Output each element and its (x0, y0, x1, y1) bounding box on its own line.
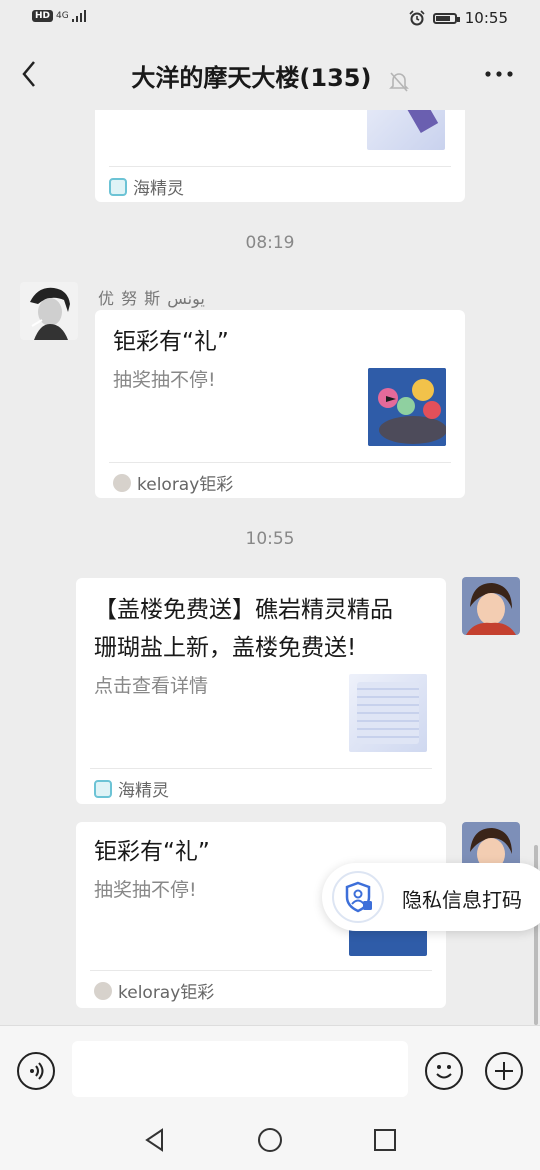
hd-badge: HD (32, 10, 54, 22)
timestamp: 08:19 (245, 233, 295, 253)
emoji-icon[interactable] (425, 1052, 463, 1090)
card-source: 海精灵 (109, 174, 184, 199)
haijingling-logo-icon (94, 779, 112, 798)
battery-icon (432, 12, 460, 24)
keloray-logo-icon (113, 473, 131, 492)
more-horizontal-icon[interactable] (484, 56, 514, 92)
recents-square-icon[interactable] (372, 1127, 398, 1153)
card-thumbnail (367, 110, 445, 150)
sender-name: 优 努 斯 يونس (98, 289, 205, 308)
card-description: 抽奖抽不停! (113, 369, 216, 391)
card-title: 钜彩有“礼” (113, 329, 229, 355)
timestamp: 10:55 (245, 529, 295, 549)
card-source-label: keloray钜彩 (118, 983, 215, 1003)
card-thumbnail (368, 368, 446, 446)
chat-title: 大洋的摩天大楼(135) (131, 64, 372, 92)
avatar[interactable] (20, 282, 78, 340)
voice-icon[interactable] (17, 1052, 55, 1090)
privacy-mask-label: 隐私信息打码 (402, 888, 522, 912)
signal-icon (71, 10, 86, 22)
card-thumbnail (349, 674, 427, 752)
chat-header: 大洋的摩天大楼(135) (0, 38, 540, 110)
alarm-icon (409, 10, 425, 26)
bell-off-icon (388, 71, 409, 92)
card-source-label: 海精灵 (133, 179, 184, 199)
card-description: 点击查看详情 (94, 675, 209, 697)
haijingling-logo-icon (109, 177, 127, 196)
shield-user-icon (332, 871, 384, 923)
privacy-mask-button[interactable]: 隐私信息打码 (322, 863, 540, 931)
link-card[interactable]: 【盖楼免费送】礁岩精灵精品 珊瑚盐上新，盖楼免费送! 点击查看详情 海精灵 (76, 578, 446, 804)
card-source: keloray钜彩 (94, 978, 214, 1003)
system-navigation-bar (0, 1105, 540, 1170)
card-title: 钜彩有“礼” (94, 839, 210, 865)
link-card[interactable]: 海精灵 (95, 110, 465, 202)
link-card[interactable]: 钜彩有“礼” 抽奖抽不停! keloray钜彩 (95, 310, 465, 498)
card-source-label: keloray钜彩 (137, 475, 234, 495)
card-title-line-2: 珊瑚盐上新，盖楼免费送! (94, 635, 357, 661)
card-description: 抽奖抽不停! (94, 879, 197, 901)
card-source: keloray钜彩 (113, 470, 233, 495)
card-title-line-1: 【盖楼免费送】礁岩精灵精品 (94, 597, 393, 623)
home-circle-icon[interactable] (257, 1127, 283, 1153)
card-source: 海精灵 (94, 776, 169, 801)
plus-icon[interactable] (485, 1052, 523, 1090)
back-triangle-icon[interactable] (142, 1127, 168, 1153)
clock: 10:55 (464, 9, 508, 27)
signal-label: 4G (56, 11, 69, 21)
status-bar: HD 4G 10:55 (0, 0, 540, 38)
card-source-label: 海精灵 (118, 781, 169, 801)
avatar[interactable] (462, 577, 520, 635)
keloray-logo-icon (94, 981, 112, 1000)
input-bar (0, 1025, 540, 1106)
message-input[interactable] (72, 1041, 408, 1097)
